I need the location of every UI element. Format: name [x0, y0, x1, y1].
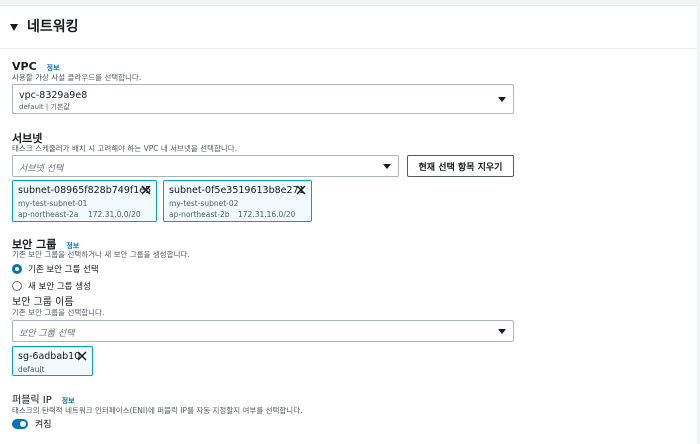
clear-selection-button[interactable]: 현재 선택 항목 지우기 [407, 155, 514, 177]
public-ip-toggle-row[interactable]: 켜짐 [12, 417, 52, 430]
subnet-token-name: my-test-subnet-02 [169, 199, 239, 208]
public-ip-toggle-label: 켜짐 [35, 420, 52, 430]
toggle-knob [20, 420, 26, 427]
security-group-token-name: default [18, 365, 45, 374]
close-icon[interactable] [140, 184, 152, 196]
security-group-name-description: 기존 보안 그룹을 선택합니다. [12, 308, 105, 317]
public-ip-description: 태스크의 탄력적 네트워크 인터페이스(ENI)에 퍼블릭 IP를 자동 지정할… [12, 406, 303, 415]
header-divider [0, 48, 697, 49]
networking-panel [0, 5, 700, 444]
caret-down-icon[interactable] [10, 23, 18, 31]
subnet-token-name: my-test-subnet-01 [18, 199, 88, 208]
security-group-placeholder: 보안 그룹 선택 [19, 329, 75, 339]
security-group-name-label: 보안 그룹 이름 [12, 297, 74, 308]
subnet-token-az: ap-northeast-2b [169, 210, 230, 219]
subnet-token-id: subnet-0f5e3519613b8e271 [169, 185, 305, 196]
section-title: 네트워킹 [27, 19, 79, 35]
vpc-select[interactable]: vpc-8329a9e8 default | 기본값 [12, 84, 514, 114]
radio-unchecked-icon[interactable] [12, 281, 22, 291]
radio-new-security-group[interactable]: 새 보안 그룹 생성 [12, 280, 91, 292]
security-group-token: sg-6adbab10 default [12, 346, 93, 376]
security-group-name-label-row: 보안 그룹 이름 [12, 293, 74, 308]
radio-label: 새 보안 그룹 생성 [28, 282, 91, 292]
subnet-placeholder: 서브넷 선택 [19, 164, 64, 174]
radio-label: 기존 보안 그룹 선택 [28, 265, 99, 275]
vpc-description: 사용할 가상 사설 클라우드를 선택합니다. [12, 73, 142, 82]
subnet-description: 태스크 스케줄러가 배치 시 고려해야 하는 VPC 내 서브넷을 선택합니다. [12, 144, 238, 153]
subnet-token-id: subnet-08965f828b749f1e5 [18, 185, 152, 196]
networking-section-header[interactable]: 네트워킹 [10, 15, 79, 37]
public-ip-toggle[interactable] [12, 418, 28, 429]
subnet-token: subnet-08965f828b749f1e5 my-test-subnet-… [12, 180, 157, 222]
security-group-select[interactable]: 보안 그룹 선택 [12, 320, 514, 342]
vpc-selected-value: vpc-8329a9e8 [19, 90, 88, 101]
security-group-description: 기존 보안 그룹을 선택하거나 새 보안 그룹을 생성합니다. [12, 250, 190, 259]
radio-checked-icon[interactable] [12, 264, 22, 274]
public-ip-label-row: 퍼블릭 IP 정보 [12, 391, 75, 406]
vpc-selected-sub: default | 기본값 [19, 103, 70, 111]
subnet-token-cidr: 172.31.0.0/20 [88, 210, 141, 219]
chevron-down-icon [383, 164, 391, 169]
close-icon[interactable] [295, 184, 307, 196]
subnet-token: subnet-0f5e3519613b8e271 my-test-subnet-… [163, 180, 312, 222]
chevron-down-icon [498, 329, 506, 334]
public-ip-label: 퍼블릭 IP [12, 395, 52, 406]
subnet-token-az: ap-northeast-2a [18, 210, 79, 219]
security-group-token-id: sg-6adbab10 [18, 351, 81, 362]
chevron-down-icon [498, 97, 506, 102]
close-icon[interactable] [76, 350, 88, 362]
subnet-token-cidr: 172.31.16.0/20 [238, 210, 296, 219]
subnet-select[interactable]: 서브넷 선택 [12, 155, 399, 177]
radio-existing-security-group[interactable]: 기존 보안 그룹 선택 [12, 263, 99, 275]
